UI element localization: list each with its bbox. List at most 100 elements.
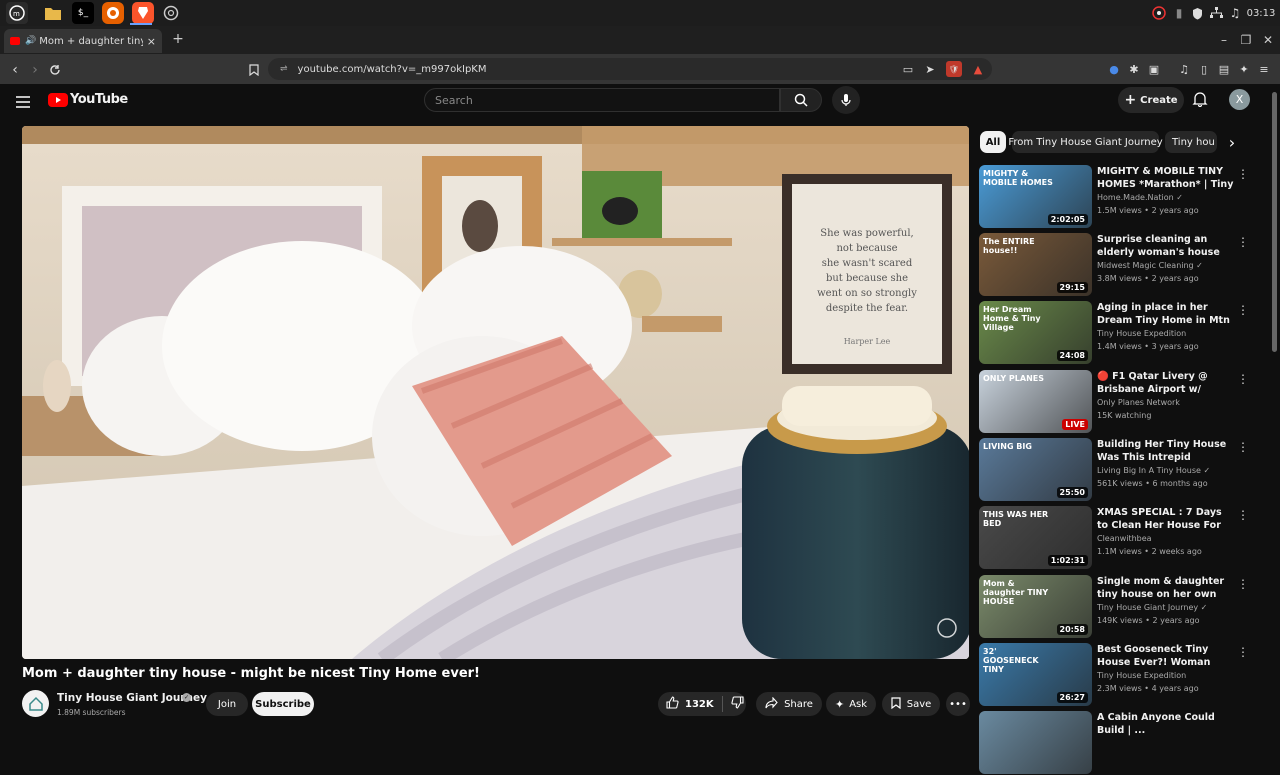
recommendation-item[interactable]: THIS WAS HER BED 1:02:31 XMAS SPECIAL : 7 … (979, 506, 1249, 570)
cast-icon[interactable]: ▭ (900, 61, 916, 77)
send-icon[interactable]: ➤ (922, 61, 938, 77)
video-thumbnail[interactable] (979, 711, 1092, 774)
recommendation-title[interactable]: Aging in place in her Dream Tiny Home in… (1097, 301, 1235, 327)
video-thumbnail[interactable]: ONLY PLANES LIVE (979, 370, 1092, 433)
close-window-button[interactable]: ✕ (1258, 30, 1278, 50)
sidebar-toggle-icon[interactable]: ▯ (1196, 61, 1212, 77)
video-player[interactable]: She was powerful, not because she wasn't… (22, 126, 969, 659)
like-icon[interactable] (666, 696, 679, 712)
recommendation-item[interactable]: 32' GOOSENECK TINY 26:27 Best Gooseneck Ti… (979, 643, 1249, 707)
recommendation-item[interactable]: Her Dream Home & Tiny Village 24:08 Aging … (979, 301, 1249, 365)
brave-icon[interactable] (132, 2, 154, 24)
recommendation-title[interactable]: A Cabin Anyone Could Build | ... (1097, 711, 1235, 737)
recommendation-title[interactable]: XMAS SPECIAL : 7 Days to Clean Her House… (1097, 506, 1235, 532)
reload-icon[interactable] (45, 60, 65, 80)
video-thumbnail[interactable]: LIVING BIG 25:50 (979, 438, 1092, 501)
notifications-bell-icon[interactable] (1192, 91, 1210, 109)
tab-close-icon[interactable]: × (147, 35, 156, 48)
video-thumbnail[interactable]: The ENTIRE house!! 29:15 (979, 233, 1092, 296)
recommendation-item[interactable]: The ENTIRE house!! 29:15 Surprise cleaning… (979, 233, 1249, 297)
channel-avatar[interactable] (22, 690, 49, 717)
recommendation-item[interactable]: MIGHTY & MOBILE HOMES 2:02:05 MIGHTY & MOB… (979, 165, 1249, 229)
recommendation-channel[interactable]: Home.Made.Nation ✓ (1097, 193, 1183, 202)
minimize-button[interactable]: – (1214, 30, 1234, 50)
share-button[interactable]: Share (756, 692, 822, 716)
recommendation-item[interactable]: LIVING BIG 25:50 Building Her Tiny House W… (979, 438, 1249, 502)
video-thumbnail[interactable]: 32' GOOSENECK TINY 26:27 (979, 643, 1092, 706)
avatar[interactable]: X (1229, 89, 1250, 110)
video-thumbnail[interactable]: Her Dream Home & Tiny Village 24:08 (979, 301, 1092, 364)
recommendation-title[interactable]: MIGHTY & MOBILE TINY HOMES *Marathon* | … (1097, 165, 1235, 191)
join-button[interactable]: Join (206, 692, 248, 716)
mint-menu-icon[interactable]: m (6, 2, 28, 24)
voice-search-button[interactable] (832, 86, 860, 114)
address-bar[interactable]: ⇌ youtube.com/watch?v=_m997okIpKM (268, 58, 992, 80)
bookmark-icon[interactable] (244, 60, 264, 80)
shield-tray-icon[interactable] (1189, 4, 1205, 22)
recommendation-channel[interactable]: Cleanwithbea (1097, 534, 1152, 543)
scrollbar[interactable] (1272, 92, 1277, 352)
more-options-icon[interactable]: ⋮ (1237, 235, 1249, 249)
recommendation-channel[interactable]: Tiny House Giant Journey ✓ (1097, 603, 1207, 612)
maximize-button[interactable]: ❐ (1236, 30, 1256, 50)
media-control-icon[interactable]: ♫ (1176, 61, 1192, 77)
chip-tiny-house[interactable]: Tiny hou (1165, 131, 1217, 153)
search-input[interactable]: Search (424, 88, 780, 112)
brave-rewards-icon[interactable]: ▲ (970, 61, 986, 77)
video-thumbnail[interactable]: Mom & daughter TINY HOUSE 20:58 (979, 575, 1092, 638)
recommendation-item[interactable]: A Cabin Anyone Could Build | ... (979, 711, 1249, 775)
back-icon[interactable]: ‹ (5, 60, 25, 80)
brave-shields-icon[interactable]: 🛡 (946, 61, 962, 77)
chip-channel[interactable]: From Tiny House Giant Journey (1008, 131, 1163, 153)
audio-playing-icon[interactable]: 🔊 (25, 36, 36, 46)
ask-button[interactable]: ✦ Ask (826, 692, 876, 716)
terminal-icon[interactable]: $_ (72, 2, 94, 24)
more-options-icon[interactable]: ⋮ (1237, 577, 1249, 591)
more-options-icon[interactable]: ⋮ (1237, 508, 1249, 522)
vpn-tray-icon[interactable] (1150, 4, 1168, 22)
chrome-icon[interactable] (160, 2, 182, 24)
firefox-icon[interactable] (102, 2, 124, 24)
clock[interactable]: 03:13 (1246, 4, 1276, 22)
more-options-icon[interactable]: ⋮ (1237, 167, 1249, 181)
dislike-icon[interactable] (731, 696, 744, 712)
recommendation-channel[interactable]: Midwest Magic Cleaning ✓ (1097, 261, 1203, 270)
recommendation-title[interactable]: 🔴 F1 Qatar Livery @ Brisbane Airport w/ … (1097, 370, 1235, 396)
browser-tab[interactable]: 🔊 Mom + daughter tiny house × (4, 29, 162, 53)
screenshot-icon[interactable]: ▣ (1146, 61, 1162, 77)
recommendation-channel[interactable]: Only Planes Network (1097, 398, 1180, 407)
recommendation-title[interactable]: Single mom & daughter tiny house on her … (1097, 575, 1235, 601)
extensions-puzzle-icon[interactable]: ✱ (1126, 61, 1142, 77)
leo-ai-icon[interactable]: ✦ (1236, 61, 1252, 77)
recommendation-item[interactable]: Mom & daughter TINY HOUSE 20:58 Single mom… (979, 575, 1249, 639)
site-info-icon[interactable]: ⇌ (280, 64, 288, 74)
chip-all[interactable]: All (980, 131, 1006, 153)
recommendation-channel[interactable]: Living Big In A Tiny House ✓ (1097, 466, 1210, 475)
chevron-right-icon[interactable]: › (1222, 131, 1242, 153)
wallet-icon[interactable]: ▤ (1216, 61, 1232, 77)
network-tray-icon[interactable] (1208, 4, 1224, 22)
search-button[interactable] (780, 88, 822, 112)
recommendation-channel[interactable]: Tiny House Expedition (1097, 671, 1186, 680)
recommendation-channel[interactable]: Tiny House Expedition (1097, 329, 1186, 338)
extension-vpn-icon[interactable]: ● (1106, 61, 1122, 77)
youtube-logo[interactable]: YouTube (48, 92, 128, 107)
subscribe-button[interactable]: Subscribe (252, 692, 314, 716)
forward-icon[interactable]: › (25, 60, 45, 80)
recommendation-title[interactable]: Best Gooseneck Tiny House Ever?! Woman D… (1097, 643, 1235, 669)
recommendation-title[interactable]: Surprise cleaning an elderly woman's hou… (1097, 233, 1235, 259)
files-icon[interactable] (42, 2, 64, 24)
recommendation-title[interactable]: Building Her Tiny House Was This Intrepi… (1097, 438, 1235, 464)
save-button[interactable]: Save (882, 692, 940, 716)
create-button[interactable]: + Create (1118, 87, 1184, 113)
hamburger-menu-icon[interactable] (16, 93, 32, 108)
more-actions-icon[interactable]: ••• (946, 692, 970, 716)
video-thumbnail[interactable]: THIS WAS HER BED 1:02:31 (979, 506, 1092, 569)
more-options-icon[interactable]: ⋮ (1237, 440, 1249, 454)
browser-menu-icon[interactable]: ≡ (1256, 61, 1272, 77)
more-options-icon[interactable]: ⋮ (1237, 372, 1249, 386)
recommendation-item[interactable]: ONLY PLANES LIVE 🔴 F1 Qatar Livery @ Brisb… (979, 370, 1249, 434)
more-options-icon[interactable]: ⋮ (1237, 645, 1249, 659)
new-tab-button[interactable]: + (170, 31, 186, 47)
more-options-icon[interactable]: ⋮ (1237, 303, 1249, 317)
